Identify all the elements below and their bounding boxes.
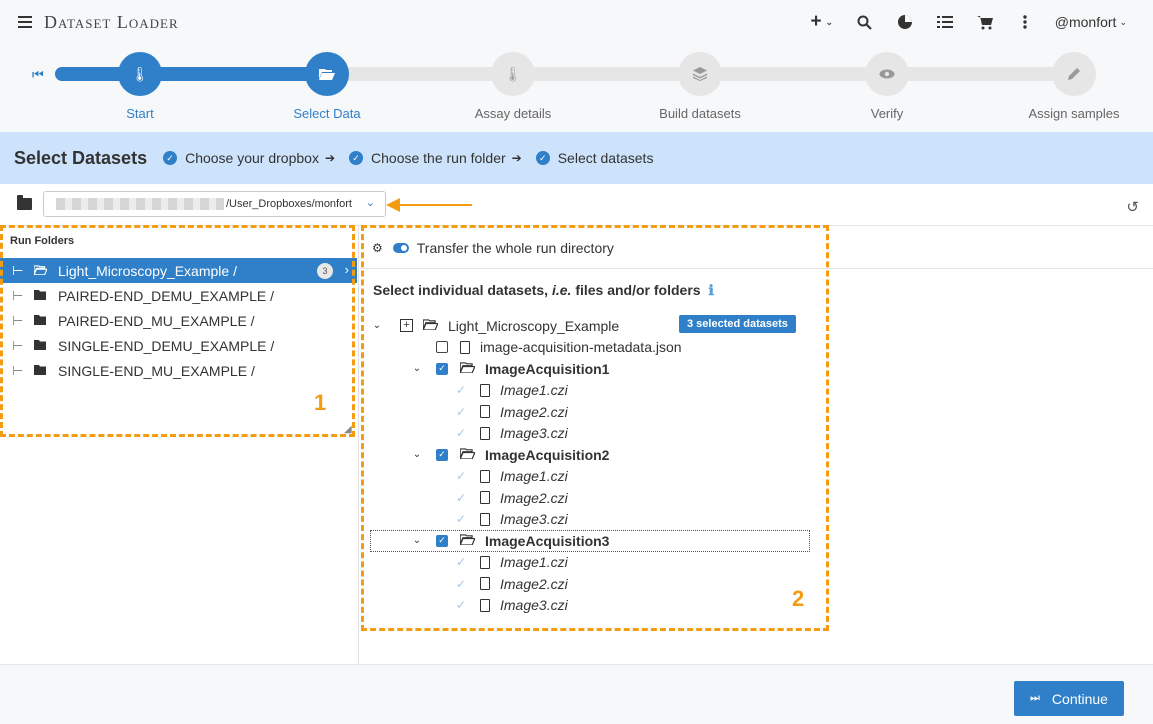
refresh-icon[interactable]: ↺ [1126, 198, 1139, 216]
step-assay-details[interactable]: 🌡 Assay details [443, 52, 583, 121]
tasks-icon [936, 16, 953, 28]
breadcrumb-choose-dropbox[interactable]: ✓ Choose your dropbox ➔ [163, 150, 335, 166]
toolbar-icons: + ⌄ @monfort ⌄ [799, 0, 1153, 44]
step-label: Build datasets [659, 106, 741, 121]
more-options-button[interactable] [1005, 0, 1045, 44]
step-assign-samples[interactable]: Assign samples [1004, 52, 1144, 121]
continue-label: Continue [1051, 690, 1108, 707]
breadcrumb-select-datasets[interactable]: ✓ Select datasets [535, 150, 654, 166]
step-verify[interactable]: Verify [817, 52, 957, 121]
path-value: /User_Dropboxes/monfort [226, 198, 352, 210]
resize-handle-icon[interactable]: ◢ [344, 424, 352, 435]
chevron-down-icon: ⌄ [825, 16, 834, 27]
more-vertical-icon [1023, 15, 1027, 29]
dropbox-path-select[interactable]: /User_Dropboxes/monfort ⌄ [43, 191, 386, 217]
arrow-right-icon: ➔ [324, 151, 336, 165]
step-select-data[interactable]: Select Data [257, 52, 397, 121]
thermometer-icon: 🌡 [491, 52, 535, 96]
pencil-icon [1052, 52, 1096, 96]
user-menu[interactable]: @monfort ⌄ [1045, 14, 1153, 30]
annotation-number-1: 1 [314, 390, 327, 415]
stats-button[interactable] [885, 0, 925, 44]
step-start[interactable]: 🌡 Start [70, 52, 210, 121]
check-circle-icon: ✓ [349, 151, 364, 165]
annotation-box-2 [361, 225, 829, 631]
step-forward-icon: ⏭ [1030, 692, 1040, 704]
step-label: Select Data [293, 106, 361, 121]
search-button[interactable] [845, 0, 885, 44]
check-circle-icon: ✓ [535, 151, 550, 165]
step-back-icon[interactable]: ⏮ [32, 67, 44, 83]
add-menu-button[interactable]: + ⌄ [799, 0, 845, 44]
path-row: /User_Dropboxes/monfort ⌄ ↺ [0, 184, 1153, 226]
breadcrumb-label: Choose your dropbox [185, 150, 319, 166]
annotation-number-2: 2 [792, 586, 805, 611]
step-label: Start [126, 106, 154, 121]
thermometer-icon: 🌡 [118, 52, 162, 96]
username: @monfort [1054, 14, 1117, 30]
blurred-path-prefix [56, 198, 224, 210]
check-circle-icon: ✓ [163, 151, 178, 165]
plus-icon: + [810, 11, 822, 32]
folder-icon [17, 195, 32, 210]
breadcrumb-choose-run-folder[interactable]: ✓ Choose the run folder ➔ [349, 150, 522, 166]
folder-open-icon [305, 52, 349, 96]
cart-button[interactable] [965, 0, 1005, 44]
footer-bar: ⏭ Continue [0, 664, 1153, 724]
step-label: Verify [870, 106, 904, 121]
shopping-cart-icon [976, 15, 993, 29]
search-icon [857, 15, 873, 30]
step-label: Assign samples [1028, 106, 1120, 121]
annotation-box-1 [0, 225, 355, 437]
continue-button[interactable]: ⏭ Continue [1014, 681, 1124, 716]
hamburger-menu-icon[interactable] [18, 13, 32, 31]
step-build-datasets[interactable]: Build datasets [630, 52, 770, 121]
breadcrumb-label: Choose the run folder [371, 150, 506, 166]
top-navbar: Dataset Loader + ⌄ @monfort ⌄ ⏮ 🌡 Start Se… [0, 0, 1153, 132]
tasks-button[interactable] [925, 0, 965, 44]
section-title: Select Datasets [14, 147, 148, 168]
chevron-down-icon: ⌄ [1119, 16, 1127, 27]
select-datasets-bar: Select Datasets ✓ Choose your dropbox ➔ ✓ C… [0, 132, 1153, 184]
pie-chart-icon [897, 15, 912, 29]
layers-icon [678, 52, 722, 96]
annotation-arrow [386, 198, 472, 212]
eye-icon [865, 52, 909, 96]
step-label: Assay details [474, 106, 552, 121]
app-title[interactable]: Dataset Loader [44, 12, 179, 33]
chevron-down-icon: ⌄ [365, 197, 375, 209]
arrow-right-icon: ➔ [511, 151, 522, 165]
breadcrumb-label: Select datasets [557, 150, 654, 166]
